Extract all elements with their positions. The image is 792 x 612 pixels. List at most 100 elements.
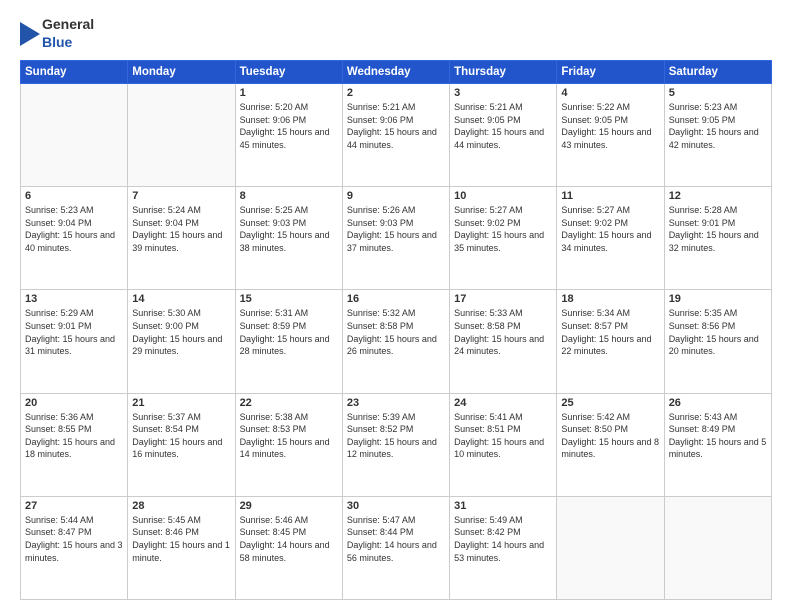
day-cell: 16 Sunrise: 5:32 AM Sunset: 8:58 PM Dayli… [342,290,449,393]
day-cell: 20Sunrise: 5:36 AM Sunset: 8:55 PM Dayli… [21,393,128,496]
day-cell: 11 Sunrise: 5:27 AM Sunset: 9:02 PM Dayli… [557,187,664,290]
day-number: 19 [669,293,767,305]
day-info: Sunrise: 5:35 AM Sunset: 8:56 PM Dayligh… [669,307,767,357]
day-cell: 31 Sunrise: 5:49 AM Sunset: 8:42 PM Dayli… [450,496,557,599]
day-info: Sunrise: 5:49 AM Sunset: 8:42 PM Dayligh… [454,514,552,564]
day-number: 20 [25,397,123,409]
day-cell: 7 Sunrise: 5:24 AM Sunset: 9:04 PM Daylig… [128,187,235,290]
day-info: Sunrise: 5:27 AM Sunset: 9:02 PM Dayligh… [561,204,659,254]
logo-arrow-icon [20,22,40,46]
day-cell: 4 Sunrise: 5:22 AM Sunset: 9:05 PM Daylig… [557,84,664,187]
day-number: 10 [454,190,552,202]
day-cell: 29 Sunrise: 5:46 AM Sunset: 8:45 PM Dayli… [235,496,342,599]
week-row-1: 1 Sunrise: 5:20 AM Sunset: 9:06 PM Daylig… [21,84,772,187]
day-number: 17 [454,293,552,305]
day-cell: 30 Sunrise: 5:47 AM Sunset: 8:44 PM Dayli… [342,496,449,599]
day-cell [557,496,664,599]
day-number: 29 [240,500,338,512]
day-number: 11 [561,190,659,202]
day-info: Sunrise: 5:44 AM Sunset: 8:47 PM Dayligh… [25,514,123,564]
week-row-3: 13 Sunrise: 5:29 AM Sunset: 9:01 PM Dayli… [21,290,772,393]
weekday-thursday: Thursday [450,61,557,84]
day-info: Sunrise: 5:29 AM Sunset: 9:01 PM Dayligh… [25,307,123,357]
day-cell: 6 Sunrise: 5:23 AM Sunset: 9:04 PM Daylig… [21,187,128,290]
day-cell: 24 Sunrise: 5:41 AM Sunset: 8:51 PM Dayli… [450,393,557,496]
day-number: 26 [669,397,767,409]
day-number: 12 [669,190,767,202]
day-cell [21,84,128,187]
day-cell: 23Sunrise: 5:39 AM Sunset: 8:52 PM Dayli… [342,393,449,496]
day-info: Sunrise: 5:43 AM Sunset: 8:49 PM Dayligh… [669,411,767,461]
day-info: Sunrise: 5:30 AM Sunset: 9:00 PM Dayligh… [132,307,230,357]
day-info: Sunrise: 5:33 AM Sunset: 8:58 PM Dayligh… [454,307,552,357]
day-cell: 17 Sunrise: 5:33 AM Sunset: 8:58 PM Dayli… [450,290,557,393]
day-number: 4 [561,87,659,99]
weekday-friday: Friday [557,61,664,84]
day-info: Sunrise: 5:32 AM Sunset: 8:58 PM Dayligh… [347,307,445,357]
day-cell: 19 Sunrise: 5:35 AM Sunset: 8:56 PM Dayli… [664,290,771,393]
page: GeneralBlue SundayMondayTuesdayWednesday… [0,0,792,612]
day-info: Sunrise: 5:20 AM Sunset: 9:06 PM Dayligh… [240,101,338,151]
day-number: 24 [454,397,552,409]
day-info: Sunrise: 5:23 AM Sunset: 9:05 PM Dayligh… [669,101,767,151]
day-info: Sunrise: 5:31 AM Sunset: 8:59 PM Dayligh… [240,307,338,357]
day-cell: 10 Sunrise: 5:27 AM Sunset: 9:02 PM Dayli… [450,187,557,290]
day-info: Sunrise: 5:46 AM Sunset: 8:45 PM Dayligh… [240,514,338,564]
day-info: Sunrise: 5:22 AM Sunset: 9:05 PM Dayligh… [561,101,659,151]
day-info: Sunrise: 5:41 AM Sunset: 8:51 PM Dayligh… [454,411,552,461]
logo-text: GeneralBlue [42,16,94,52]
day-info: Sunrise: 5:26 AM Sunset: 9:03 PM Dayligh… [347,204,445,254]
day-cell: 13 Sunrise: 5:29 AM Sunset: 9:01 PM Dayli… [21,290,128,393]
day-number: 15 [240,293,338,305]
day-cell: 5 Sunrise: 5:23 AM Sunset: 9:05 PM Daylig… [664,84,771,187]
day-number: 22 [240,397,338,409]
day-number: 9 [347,190,445,202]
day-number: 6 [25,190,123,202]
day-number: 1 [240,87,338,99]
weekday-sunday: Sunday [21,61,128,84]
weekday-header-row: SundayMondayTuesdayWednesdayThursdayFrid… [21,61,772,84]
day-cell: 8Sunrise: 5:25 AM Sunset: 9:03 PM Daylig… [235,187,342,290]
day-info: Sunrise: 5:37 AM Sunset: 8:54 PM Dayligh… [132,411,230,461]
day-info: Sunrise: 5:23 AM Sunset: 9:04 PM Dayligh… [25,204,123,254]
day-number: 23 [347,397,445,409]
day-info: Sunrise: 5:45 AM Sunset: 8:46 PM Dayligh… [132,514,230,564]
day-number: 13 [25,293,123,305]
day-number: 2 [347,87,445,99]
day-cell: 22 Sunrise: 5:38 AM Sunset: 8:53 PM Dayli… [235,393,342,496]
day-cell: 27 Sunrise: 5:44 AM Sunset: 8:47 PM Dayli… [21,496,128,599]
day-cell: 21Sunrise: 5:37 AM Sunset: 8:54 PM Dayli… [128,393,235,496]
day-number: 27 [25,500,123,512]
day-cell: 2Sunrise: 5:21 AM Sunset: 9:06 PM Daylig… [342,84,449,187]
day-cell: 3 Sunrise: 5:21 AM Sunset: 9:05 PM Daylig… [450,84,557,187]
day-number: 7 [132,190,230,202]
day-info: Sunrise: 5:38 AM Sunset: 8:53 PM Dayligh… [240,411,338,461]
day-cell: 12Sunrise: 5:28 AM Sunset: 9:01 PM Dayli… [664,187,771,290]
day-number: 31 [454,500,552,512]
day-cell: 15 Sunrise: 5:31 AM Sunset: 8:59 PM Dayli… [235,290,342,393]
weekday-wednesday: Wednesday [342,61,449,84]
header: GeneralBlue [20,16,772,52]
calendar-table: SundayMondayTuesdayWednesdayThursdayFrid… [20,60,772,600]
day-cell: 25Sunrise: 5:42 AM Sunset: 8:50 PM Dayli… [557,393,664,496]
day-number: 3 [454,87,552,99]
day-info: Sunrise: 5:21 AM Sunset: 9:05 PM Dayligh… [454,101,552,151]
week-row-4: 20Sunrise: 5:36 AM Sunset: 8:55 PM Dayli… [21,393,772,496]
day-number: 30 [347,500,445,512]
day-info: Sunrise: 5:47 AM Sunset: 8:44 PM Dayligh… [347,514,445,564]
day-info: Sunrise: 5:34 AM Sunset: 8:57 PM Dayligh… [561,307,659,357]
day-cell: 28Sunrise: 5:45 AM Sunset: 8:46 PM Dayli… [128,496,235,599]
day-cell: 18 Sunrise: 5:34 AM Sunset: 8:57 PM Dayli… [557,290,664,393]
day-number: 5 [669,87,767,99]
day-number: 16 [347,293,445,305]
day-cell: 9 Sunrise: 5:26 AM Sunset: 9:03 PM Daylig… [342,187,449,290]
logo: GeneralBlue [20,16,94,52]
day-number: 8 [240,190,338,202]
day-cell [664,496,771,599]
week-row-5: 27 Sunrise: 5:44 AM Sunset: 8:47 PM Dayli… [21,496,772,599]
day-info: Sunrise: 5:27 AM Sunset: 9:02 PM Dayligh… [454,204,552,254]
day-info: Sunrise: 5:24 AM Sunset: 9:04 PM Dayligh… [132,204,230,254]
day-number: 14 [132,293,230,305]
weekday-saturday: Saturday [664,61,771,84]
day-number: 18 [561,293,659,305]
